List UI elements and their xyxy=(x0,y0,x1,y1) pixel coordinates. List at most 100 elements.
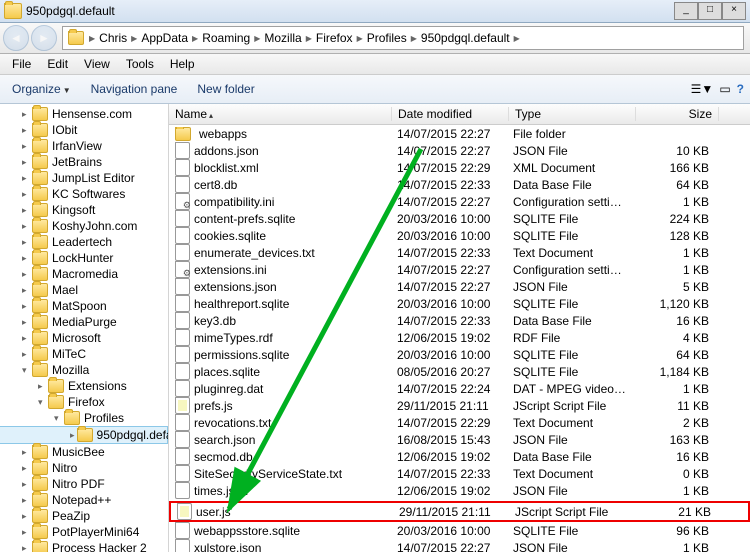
file-row[interactable]: mimeTypes.rdf12/06/2015 19:02RDF File4 K… xyxy=(169,329,750,346)
tree-item[interactable]: ▾Firefox xyxy=(0,394,168,410)
folder-tree[interactable]: ▸Hensense.com▸IObit▸IrfanView▸JetBrains▸… xyxy=(0,104,169,552)
tree-item[interactable]: ▸MiTeC xyxy=(0,346,168,362)
expand-icon[interactable]: ▸ xyxy=(22,527,30,538)
menu-tools[interactable]: Tools xyxy=(118,57,162,71)
tree-item[interactable]: ▸Leadertech xyxy=(0,234,168,250)
expand-icon[interactable]: ▸ xyxy=(22,141,30,152)
minimize-button[interactable]: _ xyxy=(674,2,698,20)
tree-item[interactable]: ▸Notepad++ xyxy=(0,492,168,508)
expand-icon[interactable]: ▸ xyxy=(22,157,30,168)
expand-icon[interactable]: ▸ xyxy=(22,205,30,216)
tree-item[interactable]: ▸IrfanView xyxy=(0,138,168,154)
tree-item[interactable]: ▸Mael xyxy=(0,282,168,298)
file-row[interactable]: SiteSecurityServiceState.txt14/07/2015 2… xyxy=(169,465,750,482)
expand-icon[interactable]: ▾ xyxy=(38,397,46,408)
tree-item[interactable]: ▸950pdgql.default xyxy=(0,426,168,444)
file-list[interactable]: Name▴ Date modified Type Size webapps14/… xyxy=(169,104,750,552)
file-row[interactable]: xulstore.json14/07/2015 22:27JSON File1 … xyxy=(169,539,750,552)
tree-item[interactable]: ▸KoshyJohn.com xyxy=(0,218,168,234)
tree-item[interactable]: ▾Mozilla xyxy=(0,362,168,378)
tree-item[interactable]: ▸JetBrains xyxy=(0,154,168,170)
tree-item[interactable]: ▸Nitro xyxy=(0,460,168,476)
expand-icon[interactable]: ▸ xyxy=(22,221,30,232)
file-row[interactable]: secmod.db12/06/2015 19:02Data Base File1… xyxy=(169,448,750,465)
column-type[interactable]: Type xyxy=(509,107,636,121)
new-folder-button[interactable]: New folder xyxy=(191,80,260,98)
expand-icon[interactable]: ▸ xyxy=(22,333,30,344)
file-row[interactable]: webapps14/07/2015 22:27File folder xyxy=(169,125,750,142)
file-row[interactable]: times.json12/06/2015 19:02JSON File1 KB xyxy=(169,482,750,499)
crumb[interactable]: Chris xyxy=(96,31,130,45)
menu-file[interactable]: File xyxy=(4,57,39,71)
expand-icon[interactable]: ▸ xyxy=(22,125,30,136)
file-row[interactable]: webappsstore.sqlite20/03/2016 10:00SQLIT… xyxy=(169,522,750,539)
crumb[interactable]: Firefox xyxy=(313,31,356,45)
crumb[interactable]: 950pdgql.default xyxy=(418,31,513,45)
expand-icon[interactable]: ▸ xyxy=(22,543,30,552)
expand-icon[interactable]: ▸ xyxy=(22,463,30,474)
preview-pane-button[interactable]: ▭ xyxy=(719,82,730,96)
expand-icon[interactable]: ▸ xyxy=(22,109,30,120)
file-row[interactable]: user.js29/11/2015 21:11JScript Script Fi… xyxy=(169,501,750,522)
tree-item[interactable]: ▸KC Softwares xyxy=(0,186,168,202)
help-button[interactable]: ? xyxy=(737,82,744,96)
expand-icon[interactable]: ▸ xyxy=(22,173,30,184)
file-row[interactable]: permissions.sqlite20/03/2016 10:00SQLITE… xyxy=(169,346,750,363)
file-row[interactable]: extensions.ini14/07/2015 22:27Configurat… xyxy=(169,261,750,278)
tree-item[interactable]: ▸IObit xyxy=(0,122,168,138)
breadcrumb[interactable]: ▶ Chris▶AppData▶Roaming▶Mozilla▶Firefox▶… xyxy=(62,26,744,50)
expand-icon[interactable]: ▸ xyxy=(22,511,30,522)
tree-item[interactable]: ▸MediaPurge xyxy=(0,314,168,330)
tree-item[interactable]: ▾Profiles xyxy=(0,410,168,426)
forward-button[interactable]: ► xyxy=(31,25,57,51)
column-date[interactable]: Date modified xyxy=(392,107,509,121)
close-button[interactable]: × xyxy=(722,2,746,20)
file-row[interactable]: addons.json14/07/2015 22:27JSON File10 K… xyxy=(169,142,750,159)
column-size[interactable]: Size xyxy=(636,107,719,121)
expand-icon[interactable]: ▸ xyxy=(70,430,75,441)
expand-icon[interactable]: ▸ xyxy=(22,447,30,458)
expand-icon[interactable]: ▸ xyxy=(22,479,30,490)
file-row[interactable]: revocations.txt14/07/2015 22:29Text Docu… xyxy=(169,414,750,431)
file-row[interactable]: content-prefs.sqlite20/03/2016 10:00SQLI… xyxy=(169,210,750,227)
expand-icon[interactable]: ▸ xyxy=(22,495,30,506)
expand-icon[interactable]: ▸ xyxy=(22,189,30,200)
tree-item[interactable]: ▸Hensense.com xyxy=(0,106,168,122)
tree-item[interactable]: ▸Extensions xyxy=(0,378,168,394)
expand-icon[interactable]: ▸ xyxy=(22,349,30,360)
expand-icon[interactable]: ▸ xyxy=(22,253,30,264)
tree-item[interactable]: ▸Nitro PDF xyxy=(0,476,168,492)
tree-item[interactable]: ▸MusicBee xyxy=(0,444,168,460)
file-row[interactable]: pluginreg.dat14/07/2015 22:24DAT - MPEG … xyxy=(169,380,750,397)
expand-icon[interactable]: ▸ xyxy=(22,285,30,296)
file-row[interactable]: compatibility.ini14/07/2015 22:27Configu… xyxy=(169,193,750,210)
tree-item[interactable]: ▸Macromedia xyxy=(0,266,168,282)
navpane-button[interactable]: Navigation pane xyxy=(85,80,184,98)
tree-item[interactable]: ▸JumpList Editor xyxy=(0,170,168,186)
expand-icon[interactable]: ▸ xyxy=(22,317,30,328)
expand-icon[interactable]: ▾ xyxy=(54,413,62,424)
expand-icon[interactable]: ▸ xyxy=(22,301,30,312)
crumb[interactable]: Mozilla xyxy=(261,31,304,45)
menu-edit[interactable]: Edit xyxy=(39,57,76,71)
file-row[interactable]: healthreport.sqlite20/03/2016 10:00SQLIT… xyxy=(169,295,750,312)
file-row[interactable]: enumerate_devices.txt14/07/2015 22:33Tex… xyxy=(169,244,750,261)
column-name[interactable]: Name▴ xyxy=(169,107,392,121)
expand-icon[interactable]: ▾ xyxy=(22,365,30,376)
tree-item[interactable]: ▸PotPlayerMini64 xyxy=(0,524,168,540)
file-row[interactable]: key3.db14/07/2015 22:33Data Base File16 … xyxy=(169,312,750,329)
list-header[interactable]: Name▴ Date modified Type Size xyxy=(169,104,750,125)
file-row[interactable]: extensions.json14/07/2015 22:27JSON File… xyxy=(169,278,750,295)
file-row[interactable]: cert8.db14/07/2015 22:33Data Base File64… xyxy=(169,176,750,193)
file-row[interactable]: blocklist.xml14/07/2015 22:29XML Documen… xyxy=(169,159,750,176)
tree-item[interactable]: ▸MatSpoon xyxy=(0,298,168,314)
tree-item[interactable]: ▸PeaZip xyxy=(0,508,168,524)
file-row[interactable]: cookies.sqlite20/03/2016 10:00SQLITE Fil… xyxy=(169,227,750,244)
expand-icon[interactable]: ▸ xyxy=(22,269,30,280)
menu-help[interactable]: Help xyxy=(162,57,203,71)
back-button[interactable]: ◄ xyxy=(3,25,29,51)
tree-item[interactable]: ▸Microsoft xyxy=(0,330,168,346)
file-row[interactable]: places.sqlite08/05/2016 20:27SQLITE File… xyxy=(169,363,750,380)
expand-icon[interactable]: ▸ xyxy=(38,381,46,392)
crumb[interactable]: AppData xyxy=(138,31,191,45)
